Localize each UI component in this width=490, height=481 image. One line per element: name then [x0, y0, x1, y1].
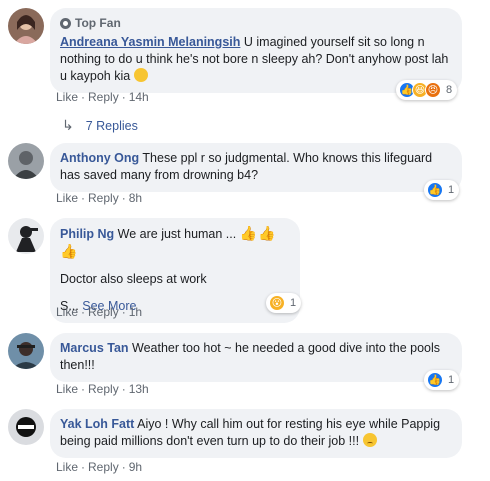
- reaction-count: 1: [290, 297, 297, 309]
- avatar[interactable]: [8, 8, 44, 44]
- wow-icon: 😮: [269, 295, 285, 311]
- reply-link[interactable]: Reply: [88, 90, 119, 104]
- reactions-summary[interactable]: 👍 1: [424, 180, 460, 200]
- reply-link[interactable]: Reply: [88, 191, 119, 205]
- comment-author[interactable]: Marcus Tan: [60, 341, 129, 355]
- reply-arrow-icon: ↳: [62, 117, 74, 133]
- frowning-emoji-icon: [362, 433, 377, 447]
- reaction-count: 8: [446, 84, 453, 96]
- comment-author[interactable]: Yak Loh Fatt: [60, 417, 134, 431]
- reactions-summary[interactable]: 👍 1: [424, 370, 460, 390]
- timestamp[interactable]: 9h: [129, 460, 142, 474]
- replies-count-link[interactable]: 7 Replies: [86, 119, 138, 133]
- top-fan-badge: Top Fan: [60, 15, 452, 32]
- top-fan-label: Top Fan: [75, 16, 121, 30]
- comment-meta: Like · Reply · 8h: [56, 191, 143, 205]
- avatar[interactable]: [8, 143, 44, 179]
- like-link[interactable]: Like: [56, 305, 78, 319]
- avatar[interactable]: [8, 409, 44, 445]
- comment-meta: Like · Reply · 13h: [56, 382, 149, 396]
- like-link[interactable]: Like: [56, 460, 78, 474]
- slight-smile-emoji-icon: [133, 68, 148, 82]
- reply-link[interactable]: Reply: [88, 460, 119, 474]
- reply-link[interactable]: Reply: [88, 305, 119, 319]
- angry-icon: 😠: [425, 82, 441, 98]
- avatar[interactable]: [8, 218, 44, 254]
- comment-bubble: Marcus Tan Weather too hot ~ he needed a…: [50, 333, 462, 382]
- timestamp[interactable]: 14h: [129, 90, 149, 104]
- reaction-count: 1: [448, 184, 455, 196]
- like-link[interactable]: Like: [56, 382, 78, 396]
- view-replies[interactable]: ↳ 7 Replies: [62, 117, 138, 134]
- comment-meta: Like · Reply · 9h: [56, 460, 143, 474]
- comment-text-line: Doctor also sleeps at work: [60, 272, 207, 286]
- like-icon: 👍: [427, 372, 443, 388]
- reaction-count: 1: [448, 374, 455, 386]
- top-fan-icon: [60, 18, 71, 29]
- timestamp[interactable]: 1h: [129, 305, 142, 319]
- comment-author[interactable]: Philip Ng: [60, 227, 114, 241]
- reply-link[interactable]: Reply: [88, 382, 119, 396]
- like-link[interactable]: Like: [56, 90, 78, 104]
- comment-bubble: Yak Loh Fatt Aiyo ! Why call him out for…: [50, 409, 462, 458]
- comment-bubble: Anthony Ong These ppl r so judgmental. W…: [50, 143, 462, 192]
- reactions-summary[interactable]: 👍 😆 😠 8: [396, 80, 458, 100]
- timestamp[interactable]: 8h: [129, 191, 142, 205]
- reactions-summary[interactable]: 😮 1: [266, 293, 302, 313]
- comment-author[interactable]: Anthony Ong: [60, 151, 139, 165]
- like-link[interactable]: Like: [56, 191, 78, 205]
- comment-meta: Like · Reply · 14h: [56, 90, 149, 104]
- comment-author[interactable]: Andreana Yasmin Melaningsih: [60, 35, 240, 49]
- like-icon: 👍: [427, 182, 443, 198]
- comment-text: We are just human ...: [117, 227, 237, 241]
- avatar[interactable]: [8, 333, 44, 369]
- comment-meta: Like · Reply · 1h: [56, 305, 143, 319]
- timestamp[interactable]: 13h: [129, 382, 149, 396]
